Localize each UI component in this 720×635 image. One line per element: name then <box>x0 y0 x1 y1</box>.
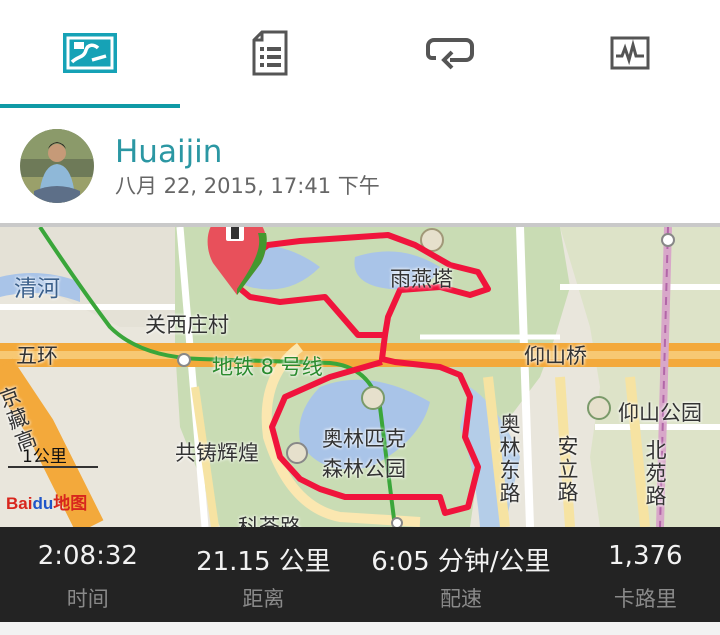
map-label-metro8: 地铁 8 号线 <box>212 355 323 379</box>
repeat-icon <box>426 38 474 70</box>
map-label-kecha: 科荟路 <box>238 515 301 527</box>
document-list-icon <box>252 30 288 76</box>
map-label-yangshan-park: 仰山公园 <box>618 401 702 425</box>
user-name[interactable]: Huaijin <box>115 134 222 170</box>
bottom-strip <box>0 622 720 635</box>
map-label-yanshanqiao: 仰山桥 <box>524 344 587 368</box>
stat-value: 6:05 分钟/公里 <box>371 547 551 577</box>
pulse-chart-icon <box>610 36 650 70</box>
route-map[interactable]: 清河 关西庄村 五环 地铁 8 号线 仰山桥 雨燕塔 奥林匹克 森林公园 仰山公… <box>0 227 720 527</box>
map-scale-bar <box>8 466 98 468</box>
activity-date: 八月 22, 2015, 17:41 下午 <box>115 174 380 198</box>
map-label-olympic-park-1: 奥林匹克 <box>322 427 406 451</box>
stat-label: 卡路里 <box>613 587 677 611</box>
map-label-qinghe: 清河 <box>14 276 60 302</box>
baidu-map-logo: Baidu地图 <box>6 494 88 513</box>
stat-value: 1,376 <box>608 541 683 571</box>
stat-value: 2:08:32 <box>37 541 138 571</box>
tab-details[interactable] <box>180 0 360 106</box>
avatar[interactable] <box>20 129 94 203</box>
stat-label: 距离 <box>242 587 285 611</box>
tab-laps[interactable] <box>360 0 540 106</box>
stat-calories: 1,376 卡路里 <box>571 527 720 622</box>
map-label-olympic-park-2: 森林公园 <box>322 457 406 481</box>
map-icon <box>63 33 117 73</box>
tab-map[interactable] <box>0 0 180 106</box>
stat-label: 配速 <box>439 587 482 611</box>
map-label-fifth-ring: 五环 <box>16 344 58 368</box>
tab-bar <box>0 0 720 110</box>
tab-indicator <box>0 104 180 108</box>
map-label-anli: 安立路 <box>555 435 579 504</box>
map-scale-label: 1公里 <box>22 447 67 467</box>
map-label-beiyuan: 北苑路 <box>643 439 667 508</box>
activity-header: Huaijin 八月 22, 2015, 17:41 下午 <box>0 110 720 223</box>
tab-chart[interactable] <box>540 0 720 106</box>
map-label-guanxizhuang: 关西庄村 <box>145 313 229 337</box>
stats-bar: 2:08:32 时间 21.15 公里 距离 6:05 分钟/公里 配速 1,3… <box>0 527 720 622</box>
map-label-gongzhu: 共铸辉煌 <box>175 441 259 465</box>
map-label-aolin-east: 奥林东路 <box>497 413 521 505</box>
stat-duration: 2:08:32 时间 <box>0 527 176 622</box>
stat-distance: 21.15 公里 距离 <box>176 527 352 622</box>
stat-value: 21.15 公里 <box>196 547 331 577</box>
stat-label: 时间 <box>66 587 109 611</box>
map-label-yuyanta: 雨燕塔 <box>390 267 453 291</box>
stat-pace: 6:05 分钟/公里 配速 <box>351 527 571 622</box>
